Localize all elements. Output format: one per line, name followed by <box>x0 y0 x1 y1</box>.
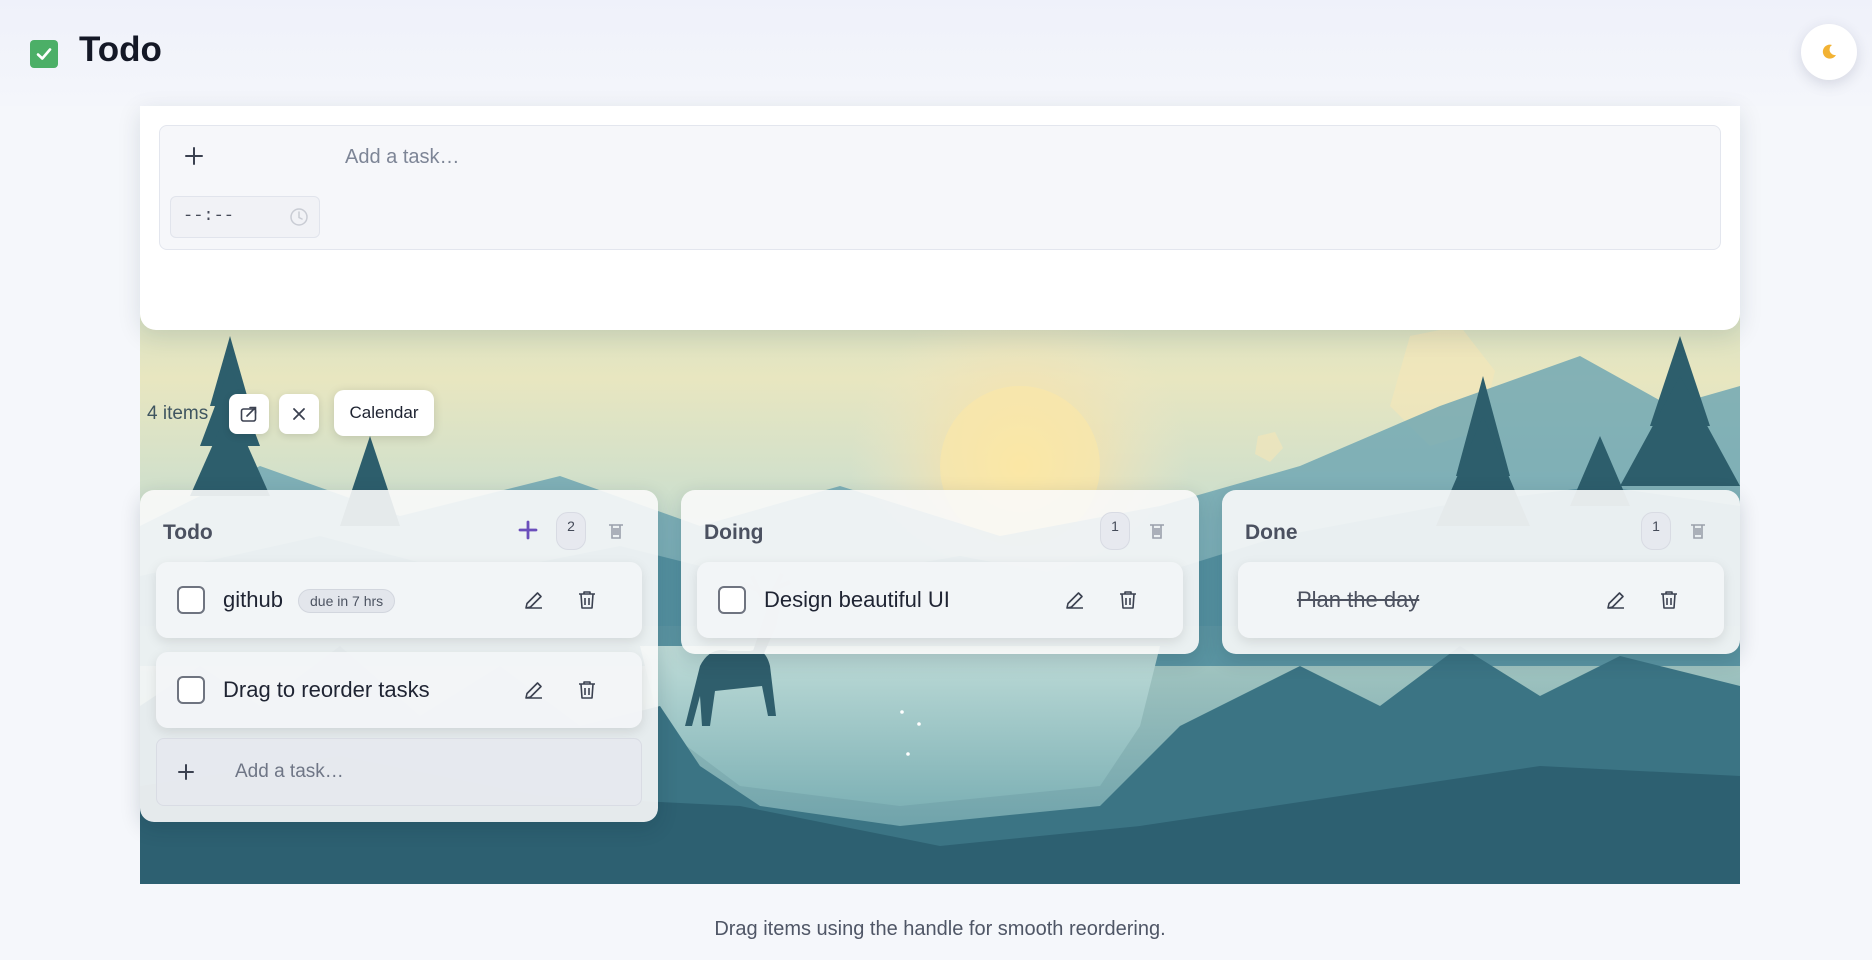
task-text: Plan the day <box>1297 587 1420 612</box>
app-title: Todo <box>79 30 162 69</box>
edit-icon[interactable] <box>1063 588 1087 612</box>
trash-icon[interactable] <box>1116 588 1140 612</box>
add-task-form: --:-- <box>159 125 1721 250</box>
time-input[interactable]: --:-- <box>170 196 320 238</box>
trash-icon[interactable] <box>575 588 599 612</box>
plus-icon[interactable] <box>182 144 206 168</box>
column-add-task-row[interactable] <box>156 738 642 806</box>
task-card[interactable]: github due in 7 hrs <box>156 562 642 638</box>
task-text: Design beautiful UI <box>764 587 950 612</box>
calendar-button[interactable]: Calendar <box>334 390 434 436</box>
close-icon <box>293 408 305 420</box>
task-checkbox[interactable] <box>177 586 205 614</box>
column-title: Done <box>1245 521 1298 544</box>
edit-icon[interactable] <box>522 678 546 702</box>
export-button[interactable] <box>229 394 269 434</box>
time-placeholder: --:-- <box>183 207 235 226</box>
trash-icon[interactable] <box>1657 588 1681 612</box>
plus-icon[interactable] <box>175 761 197 783</box>
moon-icon <box>1822 44 1836 59</box>
export-icon <box>240 406 257 422</box>
add-task-card: --:-- <box>140 106 1740 330</box>
due-badge: due in 7 hrs <box>298 589 396 613</box>
footer-note: Drag items using the handle for smooth r… <box>714 918 1166 940</box>
trash-icon[interactable] <box>575 678 599 702</box>
task-text: github <box>223 587 283 612</box>
edit-icon[interactable] <box>1604 588 1628 612</box>
task-text: Drag to reorder tasks <box>223 677 430 702</box>
column-todo: Todo 2 github due in 7 hrs Drag to reord… <box>140 490 658 822</box>
column-title: Todo <box>163 521 213 544</box>
column-count-badge: 2 <box>556 512 586 550</box>
add-task-plus-icon[interactable] <box>516 518 540 542</box>
theme-toggle-button[interactable] <box>1801 24 1857 80</box>
column-count-badge: 1 <box>1641 512 1671 550</box>
column-doing: Doing 1 Design beautiful UI <box>681 490 1199 654</box>
clear-column-icon[interactable] <box>1686 519 1710 543</box>
task-card[interactable]: Plan the day <box>1238 562 1724 638</box>
column-add-task-input[interactable] <box>235 757 615 787</box>
task-checkbox[interactable] <box>718 586 746 614</box>
column-done: Done 1 Plan the day <box>1222 490 1740 654</box>
task-checkbox[interactable] <box>177 676 205 704</box>
items-count: 4 items <box>147 403 209 424</box>
column-title: Doing <box>704 521 764 544</box>
task-card[interactable]: Drag to reorder tasks <box>156 652 642 728</box>
task-card[interactable]: Design beautiful UI <box>697 562 1183 638</box>
column-count-badge: 1 <box>1100 512 1130 550</box>
clear-filter-button[interactable] <box>279 394 319 434</box>
clear-column-icon[interactable] <box>1145 519 1169 543</box>
clear-column-icon[interactable] <box>604 519 628 543</box>
check-logo-icon <box>30 40 58 68</box>
add-task-input[interactable] <box>345 140 1645 174</box>
edit-icon[interactable] <box>522 588 546 612</box>
clock-icon[interactable] <box>289 207 309 227</box>
app-header: Todo <box>0 0 1872 106</box>
